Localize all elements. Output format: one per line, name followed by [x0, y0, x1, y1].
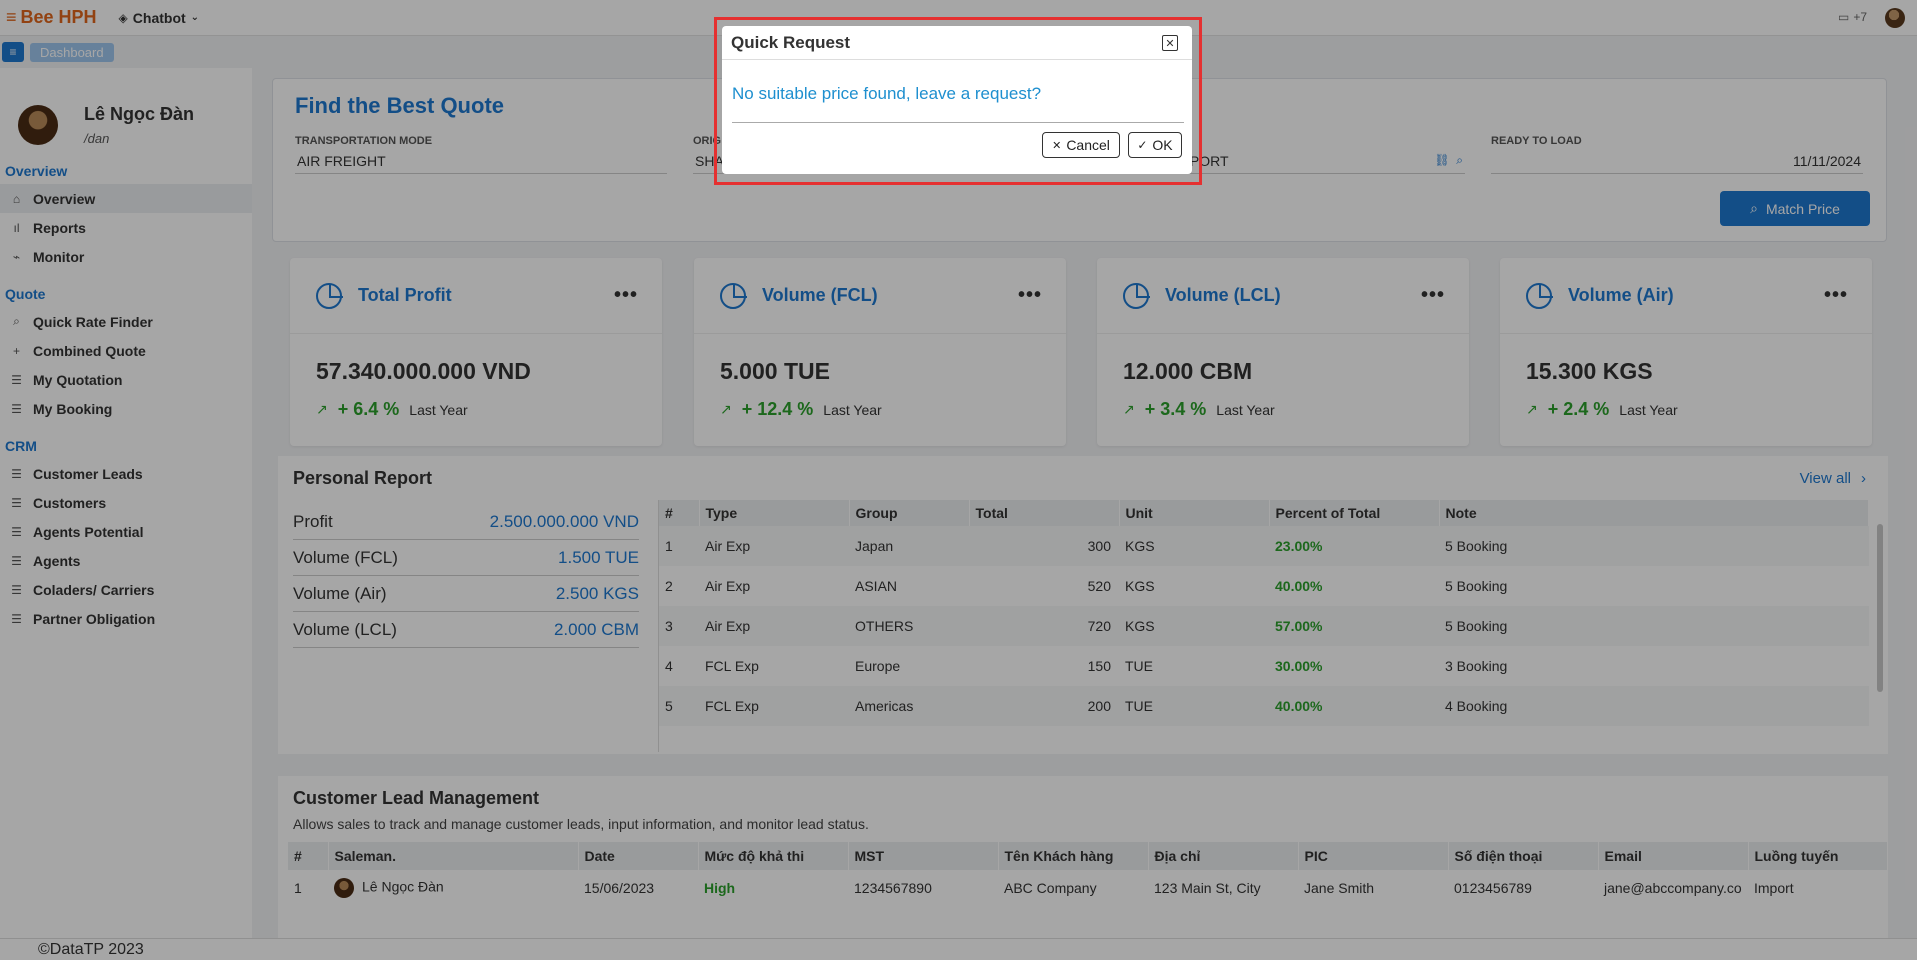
quick-request-dialog: Quick Request ✕ No suitable price found,…	[722, 26, 1192, 174]
x-icon: ✕	[1052, 139, 1062, 152]
ok-button[interactable]: ✓ OK	[1128, 132, 1182, 158]
close-icon[interactable]: ✕	[1162, 35, 1178, 51]
ok-label: OK	[1152, 137, 1173, 153]
dialog-title: Quick Request	[731, 32, 851, 52]
divider	[732, 122, 1184, 123]
cancel-label: Cancel	[1066, 137, 1110, 153]
dialog-message: No suitable price found, leave a request…	[732, 84, 1042, 103]
check-icon: ✓	[1137, 138, 1148, 152]
cancel-button[interactable]: ✕ Cancel	[1042, 132, 1120, 158]
